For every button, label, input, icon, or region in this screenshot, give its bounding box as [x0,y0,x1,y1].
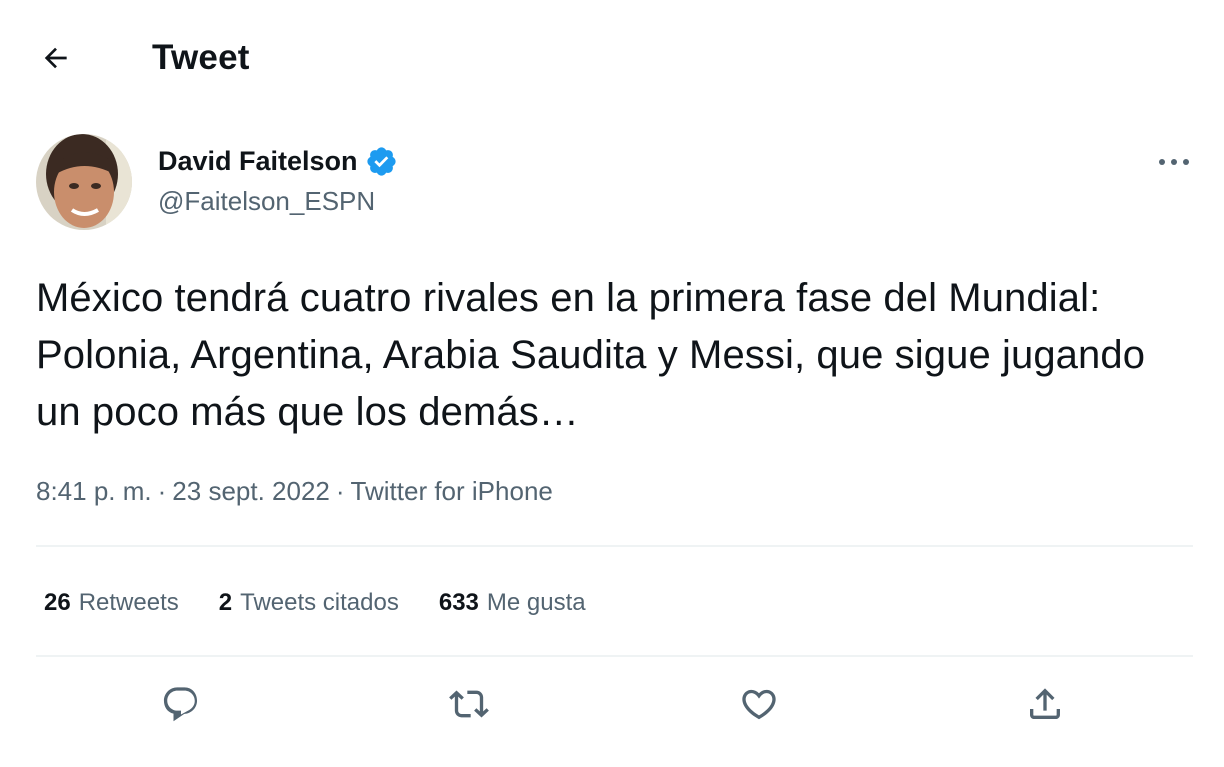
like-button[interactable] [735,680,783,728]
back-button[interactable] [34,38,78,78]
author-name[interactable]: David Faitelson [158,143,358,179]
share-icon [1030,688,1060,719]
tweet-time[interactable]: 8:41 p. m. [36,476,152,507]
retweets-label: Retweets [78,589,179,616]
meta-separator: · [157,475,167,506]
divider [36,545,1193,547]
tweet-actions [36,674,1193,736]
avatar-image [36,134,132,230]
likes-stat[interactable]: 633 Me gusta [439,589,586,617]
reply-button[interactable] [157,680,205,728]
likes-label: Me gusta [486,589,586,616]
retweet-button[interactable] [445,680,493,728]
tweet-header: Tweet [0,0,1224,118]
share-button[interactable] [1021,680,1069,728]
meta-separator: · [335,475,345,506]
arrow-left-icon [44,47,67,69]
retweets-stat[interactable]: 26 Retweets [44,589,179,617]
tweet-source[interactable]: Twitter for iPhone [351,476,553,507]
divider [36,655,1193,657]
author-handle[interactable]: @Faitelson_ESPN [158,184,375,218]
page-title: Tweet [152,38,250,77]
quotes-count: 2 [218,589,233,616]
retweet-icon [449,690,489,718]
quotes-label: Tweets citados [240,589,399,616]
author-avatar[interactable] [36,134,132,230]
reply-icon [163,687,198,722]
more-horizontal-icon [1159,159,1189,165]
tweet-date[interactable]: 23 sept. 2022 [172,476,330,507]
retweets-count: 26 [44,589,71,616]
more-options-button[interactable] [1150,144,1198,180]
tweet-text: México tendrá cuatro rivales en la prime… [36,276,1146,434]
author-name-row[interactable]: David Faitelson [158,142,398,180]
tweet-stats: 26 Retweets 2 Tweets citados 633 Me gust… [44,583,626,623]
quotes-stat[interactable]: 2 Tweets citados [219,589,399,617]
tweet-metadata: 8:41 p. m. · 23 sept. 2022 · Twitter for… [36,472,553,510]
verified-badge-icon [365,145,398,178]
heart-icon [742,689,776,720]
likes-count: 633 [438,589,479,616]
